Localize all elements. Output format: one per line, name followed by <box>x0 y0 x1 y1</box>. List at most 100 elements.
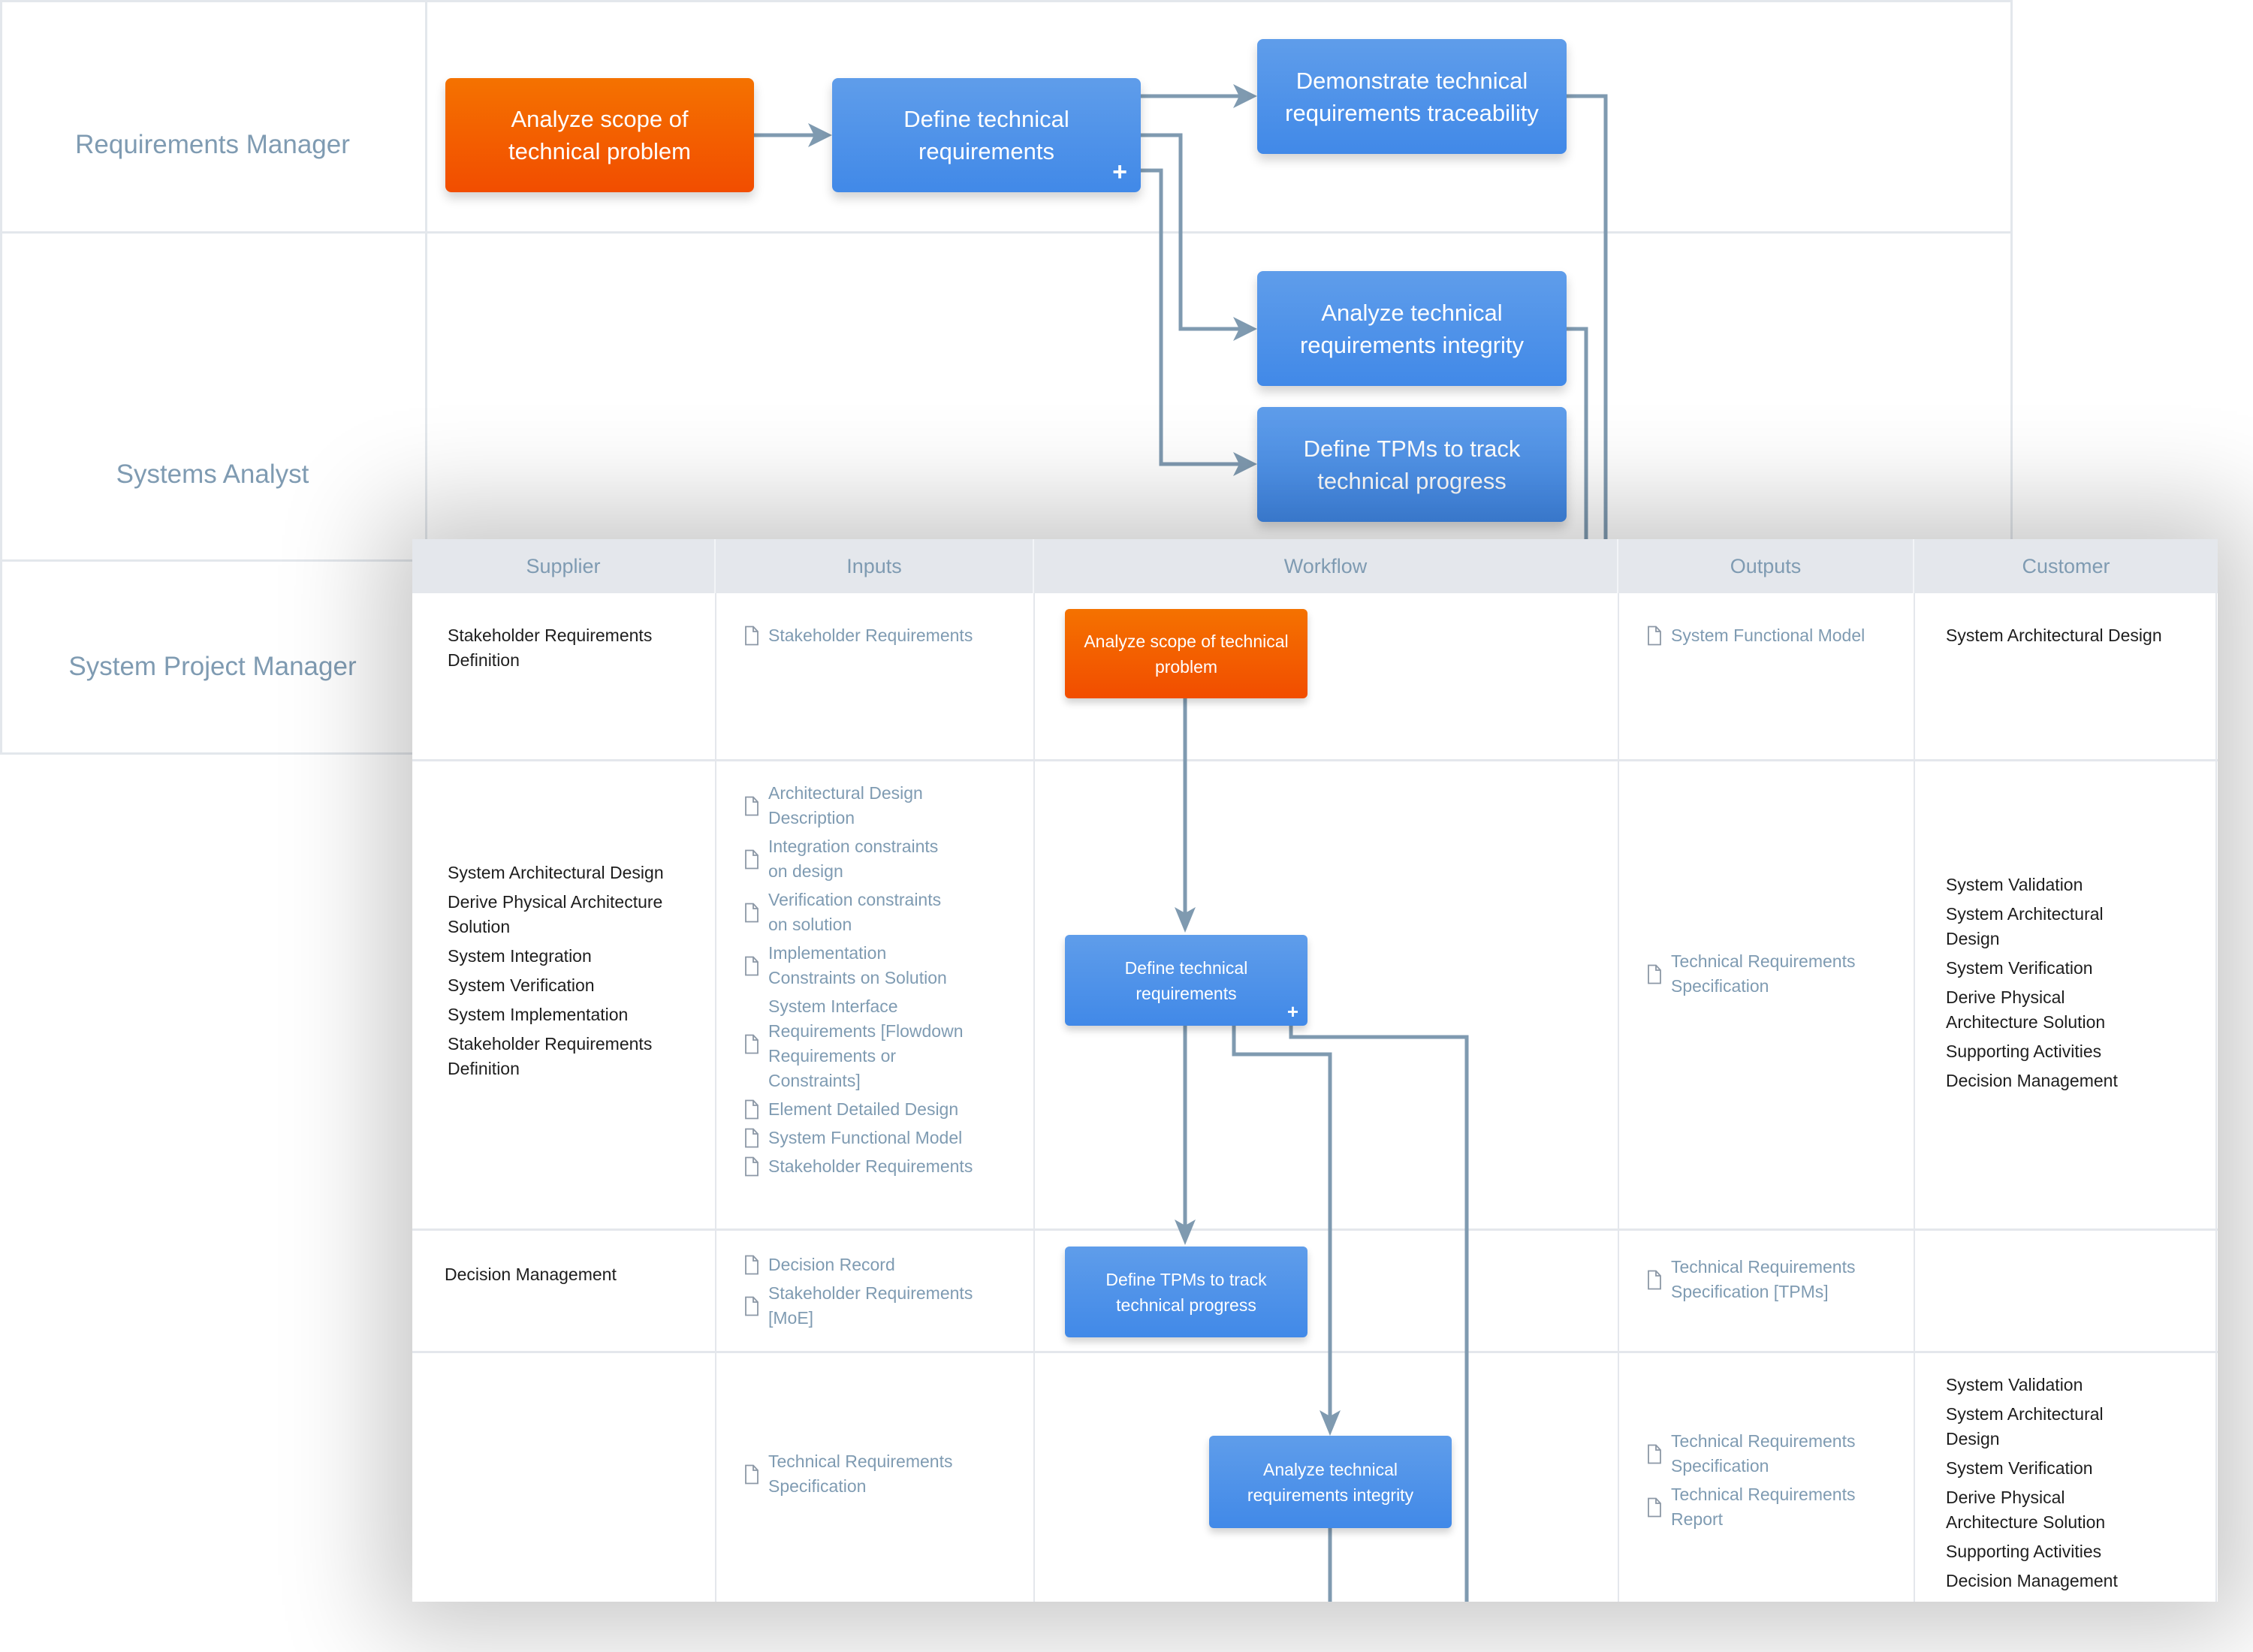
lane-label-requirements-manager: Requirements Manager <box>75 130 350 159</box>
row-4-customers: System Validation System Architectural D… <box>1946 1373 2149 1598</box>
arrowhead <box>1233 84 1257 108</box>
customer-item: Supporting Activities <box>1946 1042 2102 1061</box>
input-document[interactable]: System Functional Model <box>744 1126 992 1150</box>
expand-plus-icon[interactable]: + <box>1287 1002 1298 1021</box>
supplier-item: Decision Management <box>445 1265 617 1284</box>
input-document[interactable]: Integration constraints on design <box>744 834 992 884</box>
row-3-suppliers: Decision Management <box>445 1262 700 1292</box>
input-document[interactable]: Stakeholder Requirements <box>744 1154 992 1179</box>
input-document[interactable]: Architectural Design Description <box>744 781 992 831</box>
node-label: Demonstrate technical requirements trace… <box>1285 67 1539 126</box>
document-icon <box>1647 1270 1662 1290</box>
supplier-item: System Integration <box>448 946 592 966</box>
document-icon <box>744 1464 759 1485</box>
step-label: Define TPMs to track technical progress <box>1105 1269 1267 1315</box>
header-customer: Customer <box>1914 539 2218 593</box>
sipoc-table: Supplier Inputs Workflow Outputs Custome… <box>412 539 2218 1602</box>
supplier-item: Stakeholder Requirements Definition <box>448 1034 653 1078</box>
arrowhead <box>1320 1410 1341 1436</box>
column-divider <box>2215 593 2217 1602</box>
row-2-outputs: Technical Requirements Specification <box>1647 949 1887 1002</box>
step-label: Analyze technical requirements integrity <box>1247 1459 1414 1505</box>
step-label: Analyze scope of technical problem <box>1084 631 1289 677</box>
lane-label-systems-analyst: Systems Analyst <box>116 460 309 489</box>
column-divider <box>1914 593 1915 1602</box>
workflow-step-analyze-integrity[interactable]: Analyze technical requirements integrity <box>1209 1436 1452 1528</box>
document-icon <box>744 849 759 870</box>
output-document[interactable]: Technical Requirements Specification <box>1647 1429 1887 1479</box>
node-label: Analyze scope of technical problem <box>508 106 691 164</box>
row-1-inputs: Stakeholder Requirements <box>744 623 1022 652</box>
node-analyze-integrity[interactable]: Analyze technical requirements integrity <box>1257 271 1567 386</box>
lane-border <box>0 231 2013 234</box>
input-document[interactable]: Technical Requirements Specification <box>744 1449 992 1499</box>
output-document[interactable]: Technical Requirements Report <box>1647 1482 1887 1532</box>
lane-border-bottom <box>0 752 451 755</box>
input-document[interactable]: Stakeholder Requirements [MoE] <box>744 1281 992 1331</box>
node-define-tpms[interactable]: Define TPMs to track technical progress <box>1257 407 1567 522</box>
input-document[interactable]: Decision Record <box>744 1253 992 1277</box>
supplier-item: System Architectural Design <box>448 863 664 882</box>
customer-item: System Architectural Design <box>1946 904 2104 948</box>
node-demonstrate-traceability[interactable]: Demonstrate technical requirements trace… <box>1257 39 1567 154</box>
document-icon <box>744 796 759 816</box>
customer-item: Decision Management <box>1946 1071 2118 1090</box>
row-2-customers: System Validation System Architectural D… <box>1946 873 2149 1098</box>
row-divider <box>412 759 2218 761</box>
workflow-step-define-tpms[interactable]: Define TPMs to track technical progress <box>1065 1247 1307 1337</box>
node-analyze-scope[interactable]: Analyze scope of technical problem <box>445 78 754 192</box>
row-4-outputs: Technical Requirements Specification Tec… <box>1647 1429 1887 1536</box>
document-icon <box>744 956 759 976</box>
node-define-technical-requirements[interactable]: Define technical requirements + <box>832 78 1141 192</box>
document-icon <box>744 626 759 646</box>
row-3-inputs: Decision Record Stakeholder Requirements… <box>744 1253 992 1334</box>
document-icon <box>744 1296 759 1316</box>
document-icon <box>744 1156 759 1177</box>
customer-item: System Verification <box>1946 1458 2093 1478</box>
customer-item: System Architectural Design <box>1946 1404 2104 1449</box>
customer-item: System Validation <box>1946 1375 2083 1394</box>
document-icon <box>1647 964 1662 984</box>
node-label: Define technical requirements <box>903 106 1069 164</box>
input-document[interactable]: Implementation Constraints on Solution <box>744 941 992 990</box>
column-divider <box>715 593 716 1602</box>
connector-define-to-tpms <box>1141 168 1243 466</box>
header-outputs: Outputs <box>1618 539 1914 593</box>
supplier-item: System Implementation <box>448 1005 629 1024</box>
row-1-customers: System Architectural Design <box>1946 623 2171 653</box>
row-4-inputs: Technical Requirements Specification <box>744 1449 992 1503</box>
lane-border-left <box>0 0 2 755</box>
arrowhead <box>1175 1219 1196 1245</box>
row-1-outputs: System Functional Model <box>1647 623 1902 652</box>
document-icon <box>744 1034 759 1054</box>
input-document[interactable]: Element Detailed Design <box>744 1097 992 1122</box>
lane-label-system-project-manager: System Project Manager <box>68 652 357 681</box>
document-icon <box>1647 626 1662 646</box>
row-1-suppliers: Stakeholder Requirements Definition <box>448 623 695 677</box>
customer-item: Derive Physical Architecture Solution <box>1946 1488 2106 1532</box>
workflow-step-define-technical-requirements[interactable]: Define technical requirements + <box>1065 935 1307 1026</box>
input-document[interactable]: Verification constraints on solution <box>744 888 992 937</box>
expand-plus-icon[interactable]: + <box>1112 159 1127 185</box>
supplier-item: Stakeholder Requirements Definition <box>448 626 653 670</box>
customer-item: Derive Physical Architecture Solution <box>1946 987 2106 1032</box>
input-document[interactable]: System Interface Requirements [Flowdown … <box>744 994 992 1093</box>
input-document[interactable]: Stakeholder Requirements <box>744 623 1022 648</box>
header-inputs: Inputs <box>716 539 1034 593</box>
connector-traceability-out <box>1567 94 1608 541</box>
customer-item: Supporting Activities <box>1946 1542 2102 1561</box>
output-document[interactable]: System Functional Model <box>1647 623 1902 648</box>
document-icon <box>1647 1497 1662 1518</box>
workflow-step-analyze-scope[interactable]: Analyze scope of technical problem <box>1065 609 1307 698</box>
document-icon <box>1647 1444 1662 1464</box>
customer-item: Decision Management <box>1946 1571 2118 1590</box>
row-divider <box>412 1351 2218 1353</box>
output-document[interactable]: Technical Requirements Specification <box>1647 949 1887 999</box>
header-workflow: Workflow <box>1034 539 1618 593</box>
lane-border-right <box>2010 0 2013 541</box>
row-3-outputs: Technical Requirements Specification [TP… <box>1647 1255 1887 1308</box>
output-document[interactable]: Technical Requirements Specification [TP… <box>1647 1255 1887 1304</box>
row-divider <box>412 1228 2218 1231</box>
document-icon <box>744 1099 759 1120</box>
customer-item: System Validation <box>1946 875 2083 894</box>
